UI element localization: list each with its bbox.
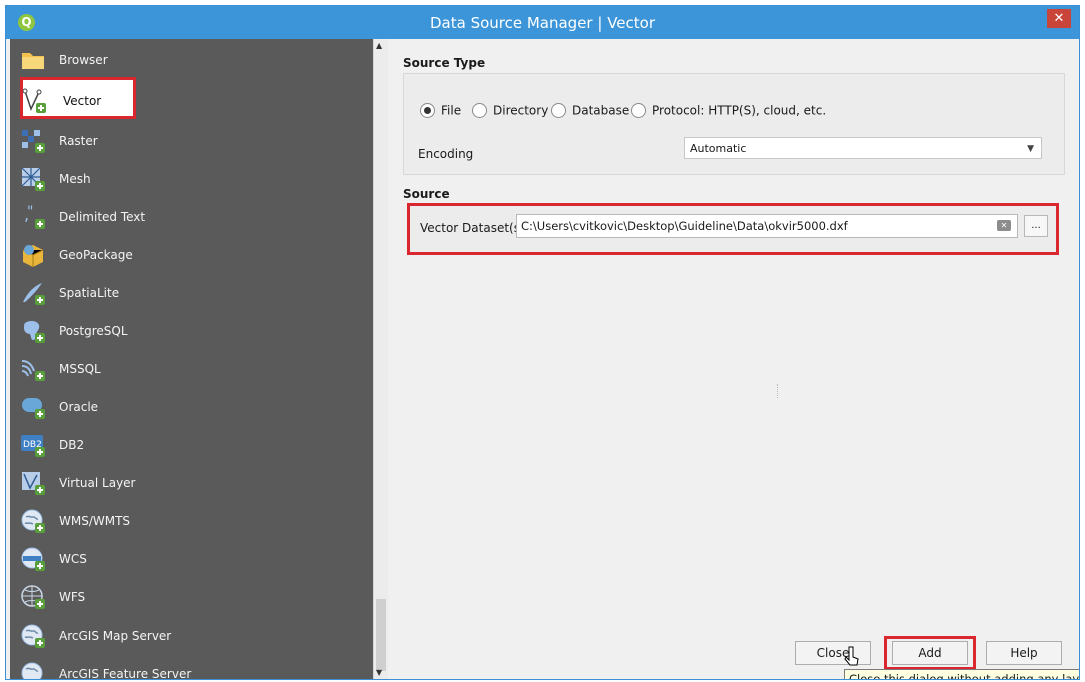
dialog-window: Q Data Source Manager | Vector ✕ Browser… xyxy=(5,5,1080,680)
tooltip: Close this dialog without adding any lay… xyxy=(844,669,1079,679)
chevron-down-icon: ▼ xyxy=(1027,144,1034,154)
sidebar-item-spatialite[interactable]: SpatiaLite xyxy=(10,274,376,312)
scrollbar-thumb[interactable] xyxy=(376,599,386,671)
radio-protocol-indicator[interactable] xyxy=(631,103,646,118)
mssql-icon xyxy=(21,360,45,381)
sidebar-item-label: PostgreSQL xyxy=(59,324,128,338)
spatialite-icon xyxy=(23,283,45,305)
sidebar-item-mssql[interactable]: MSSQL xyxy=(10,350,376,388)
sidebar-item-raster[interactable]: Raster xyxy=(10,122,376,160)
vector-dataset-label: Vector Dataset(s) xyxy=(420,221,525,235)
browse-button[interactable]: ... xyxy=(1024,215,1048,237)
source-type-heading: Source Type xyxy=(403,56,486,70)
vector-dataset-input[interactable]: C:\Users\cvitkovic\Desktop\Guideline\Dat… xyxy=(516,214,1018,238)
sidebar-item-arcgis-feature-server[interactable]: ArcGIS Feature Server xyxy=(10,655,376,680)
sidebar-item-label: Oracle xyxy=(59,400,99,414)
oracle-icon xyxy=(22,398,45,419)
splitter-handle[interactable] xyxy=(777,384,781,398)
sidebar-item-browser[interactable]: Browser xyxy=(10,41,376,79)
sidebar-item-postgresql[interactable]: PostgreSQL xyxy=(10,312,376,350)
folder-icon xyxy=(22,53,44,69)
radio-database-indicator[interactable] xyxy=(551,103,566,118)
sidebar-item-arcgis-map-server[interactable]: ArcGIS Map Server xyxy=(10,617,376,655)
mouse-cursor-icon xyxy=(844,646,859,666)
sidebar-item-label: DB2 xyxy=(59,438,85,452)
sidebar-item-label: WMS/WMTS xyxy=(59,514,131,528)
source-highlight-box: Vector Dataset(s) C:\Users\cvitkovic\Des… xyxy=(407,203,1059,255)
sidebar-item-label: Vector xyxy=(63,94,102,108)
radio-directory-indicator[interactable] xyxy=(472,103,487,118)
globe-icon xyxy=(21,585,45,609)
sidebar-item-wcs[interactable]: WCS xyxy=(10,540,376,578)
sidebar-item-label: MSSQL xyxy=(59,362,101,376)
encoding-value: Automatic xyxy=(690,142,747,155)
sidebar-item-mesh[interactable]: Mesh xyxy=(10,160,376,198)
sidebar-item-label: GeoPackage xyxy=(59,248,133,262)
virtual-layer-icon xyxy=(22,472,45,495)
radio-directory[interactable]: Directory xyxy=(472,103,548,119)
sidebar-item-label: Browser xyxy=(59,53,108,67)
delimited-text-icon: ," xyxy=(24,204,45,229)
sidebar-item-wfs[interactable]: WFS xyxy=(10,578,376,616)
sidebar-scrollbar[interactable]: ▲ ▼ xyxy=(373,39,388,679)
postgresql-icon xyxy=(24,320,45,343)
globe-icon xyxy=(21,547,45,571)
scroll-down-icon[interactable]: ▼ xyxy=(376,668,382,677)
sidebar-item-oracle[interactable]: Oracle xyxy=(10,388,376,426)
sidebar-item-label: Mesh xyxy=(59,172,91,186)
radio-protocol[interactable]: Protocol: HTTP(S), cloud, etc. xyxy=(631,103,826,119)
db2-icon: DB2 xyxy=(21,435,45,457)
source-type-group: File Directory Database Protocol: HTTP(S… xyxy=(403,73,1065,175)
sidebar-item-db2[interactable]: DB2 DB2 xyxy=(10,426,376,464)
sidebar: Browser Vector Raster Mesh , " Delimited … xyxy=(10,39,376,679)
vector-icon xyxy=(22,88,46,113)
encoding-select[interactable]: Automatic ▼ xyxy=(684,137,1042,159)
title-bar: Q Data Source Manager | Vector ✕ xyxy=(6,6,1079,39)
sidebar-item-label: Virtual Layer xyxy=(59,476,136,490)
raster-icon xyxy=(22,130,45,153)
sidebar-item-label: WFS xyxy=(59,590,86,604)
window-title: Data Source Manager | Vector xyxy=(429,14,655,32)
add-highlight-box xyxy=(884,636,976,670)
sidebar-item-wms-wmts[interactable]: WMS/WMTS xyxy=(10,502,376,540)
globe-icon xyxy=(21,624,45,648)
sidebar-item-label: Raster xyxy=(59,134,98,148)
sidebar-item-geopackage[interactable]: GeoPackage xyxy=(10,236,376,274)
sidebar-item-label: Delimited Text xyxy=(59,210,146,224)
radio-file-indicator[interactable] xyxy=(420,103,435,118)
sidebar-item-virtual-layer[interactable]: Virtual Layer xyxy=(10,464,376,502)
close-window-button[interactable]: ✕ xyxy=(1047,9,1071,28)
svg-text:": " xyxy=(27,204,33,220)
radio-database[interactable]: Database xyxy=(551,103,629,119)
vector-dataset-value: C:\Users\cvitkovic\Desktop\Guideline\Dat… xyxy=(521,219,848,233)
encoding-label: Encoding xyxy=(418,147,474,161)
globe-icon xyxy=(21,509,45,533)
sidebar-item-vector[interactable]: Vector xyxy=(10,82,376,120)
sidebar-item-label: SpatiaLite xyxy=(59,286,120,300)
radio-file[interactable]: File xyxy=(420,103,461,119)
scroll-up-icon[interactable]: ▲ xyxy=(376,41,382,50)
help-button[interactable]: Help xyxy=(986,641,1062,665)
geopackage-icon xyxy=(22,245,44,267)
main-panel: Source Type File Directory Database Prot… xyxy=(390,39,1079,679)
sidebar-item-label: WCS xyxy=(59,552,87,566)
source-heading: Source xyxy=(403,187,450,201)
sidebar-item-label: ArcGIS Map Server xyxy=(59,629,172,643)
mesh-icon xyxy=(21,167,45,191)
clear-icon[interactable]: ✕ xyxy=(997,220,1011,231)
globe-icon xyxy=(21,662,43,679)
sidebar-item-delimited-text[interactable]: , " Delimited Text xyxy=(10,198,376,236)
sidebar-item-label: ArcGIS Feature Server xyxy=(59,667,192,680)
